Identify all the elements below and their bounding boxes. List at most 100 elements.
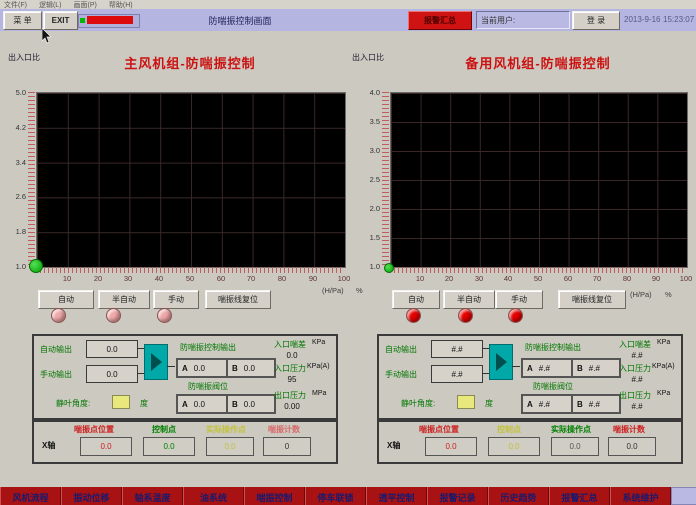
right-surge-point-value: 0.0 [425, 437, 477, 456]
mouse-cursor [42, 28, 53, 45]
menu-button[interactable]: 菜 单 [3, 11, 42, 30]
alarm-summary-button[interactable]: 报警汇总 [408, 11, 472, 30]
left-surge-count-header: 喘振计数 [268, 424, 300, 435]
right-semi-auto-indicator [458, 308, 473, 323]
nav-oil-system[interactable]: 油系统 [183, 487, 244, 505]
right-auto-button[interactable]: 自动 [392, 290, 440, 309]
nav-history-trend[interactable]: 历史趋势 [488, 487, 549, 505]
left-manual-output-value: 0.0 [86, 365, 138, 383]
left-manual-indicator [157, 308, 172, 323]
right-control-point-value: 0.0 [488, 437, 540, 456]
left-x-unit-percent: % [356, 286, 363, 295]
left-x-tick: 10 [57, 274, 77, 283]
value-a: #.# [539, 364, 550, 373]
left-auto-indicator [51, 308, 66, 323]
right-blade-angle-label: 静叶角度: [401, 398, 435, 409]
connector-line [137, 373, 144, 374]
right-x-tick: 80 [617, 274, 637, 283]
left-blade-angle-label: 静叶角度: [56, 398, 90, 409]
left-inlet-diff-value: 0.0 [272, 351, 312, 360]
left-control-point-value: 0.0 [143, 437, 195, 456]
left-antisurge-output-a: A 0.0 [176, 358, 228, 378]
left-manual-output-label: 手动输出 [40, 369, 72, 380]
right-x-tick: 70 [587, 274, 607, 283]
left-y-tick: 1.8 [8, 227, 26, 236]
right-valve-a: A #.# [521, 394, 573, 414]
left-antisurge-output-b: B 0.0 [226, 358, 276, 378]
value-a: #.# [539, 400, 550, 409]
left-operating-point-marker [29, 259, 43, 273]
value-b: #.# [589, 364, 600, 373]
nav-alarm-summary[interactable]: 报警汇总 [549, 487, 610, 505]
right-x-unit: (H/Pa) [630, 290, 652, 299]
left-inlet-diff-label: 入口喘差 [274, 339, 306, 350]
connector-line [482, 373, 489, 374]
connector-line [482, 348, 489, 349]
left-auto-output-value: 0.0 [86, 340, 138, 358]
right-manual-button[interactable]: 手动 [495, 290, 543, 309]
right-outlet-pressure-label: 出口压力 [619, 390, 651, 401]
left-manual-button[interactable]: 手动 [153, 290, 199, 309]
nav-turbine-control[interactable]: 透平控制 [366, 487, 427, 505]
right-x-tick-ruler [390, 267, 686, 273]
right-blade-angle-value [457, 395, 475, 409]
current-user-field[interactable]: 当前用户: [476, 11, 570, 29]
left-x-tick: 50 [180, 274, 200, 283]
value-b: #.# [589, 400, 600, 409]
label-b: B [577, 400, 583, 409]
connector-line [137, 348, 144, 349]
right-x-tick: 10 [410, 274, 430, 283]
right-surge-count-header: 喘振计数 [613, 424, 645, 435]
nav-stop-interlock[interactable]: 停车联锁 [305, 487, 366, 505]
left-inlet-pressure-value: 95 [272, 375, 312, 384]
login-button[interactable]: 登 录 [572, 11, 620, 30]
label-a: A [527, 364, 533, 373]
connector-line [512, 366, 520, 367]
connector-line [167, 366, 175, 367]
nav-surge-control[interactable]: 喘振控制 [244, 487, 305, 505]
left-auto-button[interactable]: 自动 [38, 290, 94, 309]
left-control-point-header: 控制点 [152, 424, 176, 435]
left-y-tick: 3.4 [8, 158, 26, 167]
left-x-tick: 100 [334, 274, 354, 283]
right-x-axis-row-label: X轴 [387, 440, 400, 451]
value-b: 0.0 [244, 400, 255, 409]
label-a: A [182, 364, 188, 373]
right-valve-b: B #.# [571, 394, 621, 414]
left-x-tick: 40 [149, 274, 169, 283]
nav-fan-process[interactable]: 风机流程 [0, 487, 61, 505]
right-valve-position-label: 防喘振阀位 [533, 381, 573, 392]
nav-alarm-record[interactable]: 报警记录 [427, 487, 488, 505]
right-antisurge-output-label: 防喘振控制输出 [525, 342, 581, 353]
right-y-tick: 3.0 [362, 146, 380, 155]
nav-vibration-displacement[interactable]: 振动位移 [61, 487, 122, 505]
left-surge-point-header: 喘振点位置 [74, 424, 114, 435]
left-blade-angle-unit: 度 [140, 398, 148, 409]
selector-switch-icon [489, 344, 513, 380]
menu-bar: 文件(F) 逻辑(L) 画面(P) 帮助(H) [0, 0, 696, 9]
nav-shaft-temperature[interactable]: 轴系温度 [122, 487, 183, 505]
label-b: B [232, 400, 238, 409]
left-trend-plot [36, 92, 346, 268]
right-x-tick: 60 [558, 274, 578, 283]
right-x-tick: 100 [676, 274, 696, 283]
right-surge-line-reset-button[interactable]: 喘振线复位 [558, 290, 626, 309]
right-semi-auto-button[interactable]: 半自动 [443, 290, 495, 309]
left-surge-line-reset-button[interactable]: 喘振线复位 [205, 290, 271, 309]
left-outlet-pressure-unit: MPa [312, 390, 326, 397]
left-valve-position-label: 防喘振阀位 [188, 381, 228, 392]
left-y-axis-label: 出入口比 [8, 52, 40, 63]
left-semi-auto-button[interactable]: 半自动 [98, 290, 150, 309]
left-outlet-pressure-value: 0.00 [272, 402, 312, 411]
nav-system-maintenance[interactable]: 系统维护 [610, 487, 671, 505]
right-inlet-diff-value: #.# [617, 351, 657, 360]
left-outlet-pressure-label: 出口压力 [274, 390, 306, 401]
right-inlet-pressure-unit: KPa(A) [652, 363, 675, 370]
left-operating-point-value: 0.0 [206, 437, 254, 456]
left-x-unit: (H/Pa) [322, 286, 344, 295]
right-outlet-pressure-unit: KPa [657, 390, 670, 397]
left-x-tick: 60 [211, 274, 231, 283]
right-x-tick: 30 [469, 274, 489, 283]
right-antisurge-output-b: B #.# [571, 358, 621, 378]
right-x-tick: 20 [439, 274, 459, 283]
